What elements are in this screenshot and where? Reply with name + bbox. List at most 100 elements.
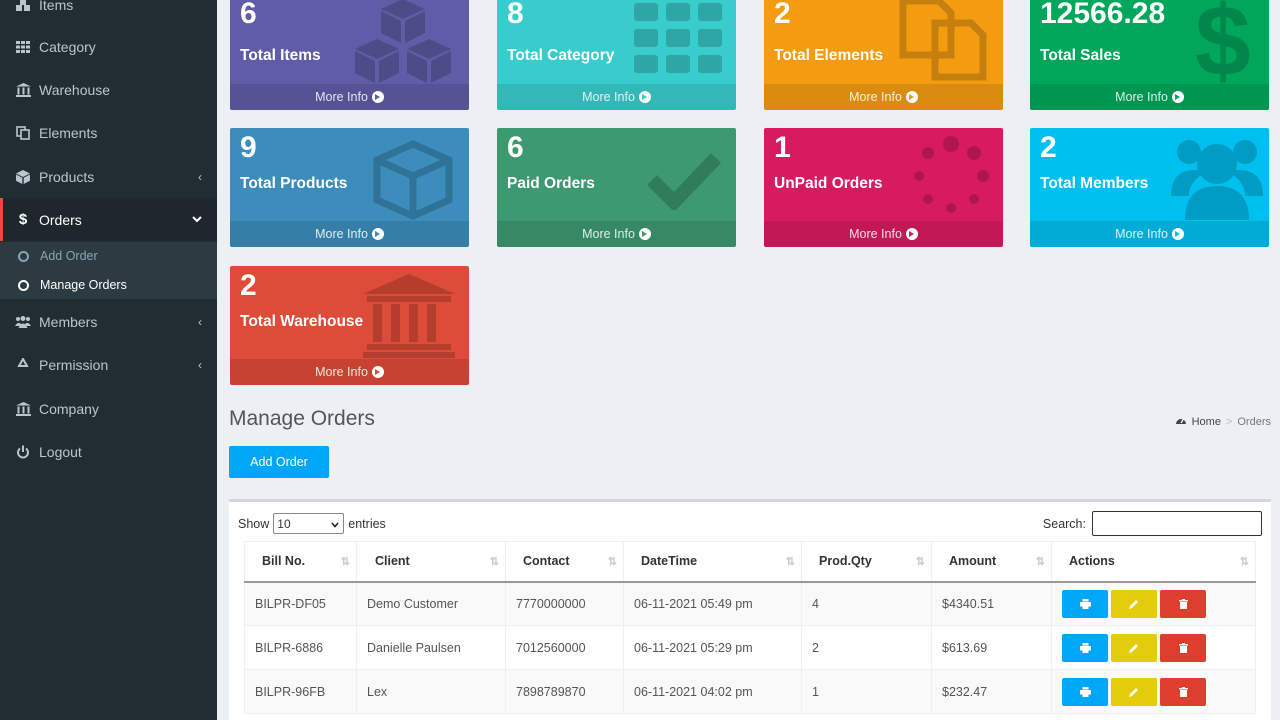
more-info-link[interactable]: More Info (497, 84, 736, 110)
stat-value: 9 (240, 131, 257, 164)
table-search: Search: (1043, 511, 1262, 536)
stat-value: 12566.28 (1040, 0, 1166, 30)
stat-box-paid-orders: 6 Paid Orders More Info (497, 128, 736, 247)
trash-icon (1178, 642, 1188, 653)
edit-button[interactable] (1111, 633, 1157, 662)
sort-icon: ⇅ (1239, 556, 1249, 568)
print-icon (1079, 686, 1091, 697)
sidebar-item-company[interactable]: Company (0, 387, 217, 430)
orders-submenu: Add Order Manage Orders (0, 242, 217, 299)
stat-label: UnPaid Orders (774, 175, 883, 192)
stat-label: Total Sales (1040, 47, 1121, 64)
cell-prod-qty: 1 (801, 669, 932, 714)
arrow-circle-right-icon (1171, 228, 1184, 240)
sidebar-item-permission[interactable]: Permission ‹ (0, 343, 217, 386)
print-button[interactable] (1062, 589, 1108, 618)
stat-label: Total Members (1040, 175, 1149, 192)
stat-value: 2 (1040, 131, 1057, 164)
delete-button[interactable] (1160, 589, 1206, 618)
circle-icon (18, 279, 29, 291)
sidebar-item-label: Items (39, 0, 74, 13)
stat-box-total-members: 2 Total Members More Info (1030, 128, 1269, 247)
sort-icon: ⇅ (915, 556, 925, 568)
page-title: Manage Orders (229, 407, 375, 430)
sidebar-item-elements[interactable]: Elements (0, 111, 217, 154)
sidebar-item-category[interactable]: Category (0, 25, 217, 68)
column-header-contact[interactable]: Contact ⇅ (505, 541, 624, 583)
more-info-link[interactable]: More Info (764, 221, 1003, 247)
cell-contact: 7770000000 (505, 581, 624, 626)
sidebar-item-warehouse[interactable]: Warehouse (0, 68, 217, 111)
arrow-circle-right-icon (371, 366, 384, 378)
cell-datetime: 06-11-2021 05:49 pm (623, 581, 802, 626)
edit-button[interactable] (1111, 677, 1157, 706)
more-info-link[interactable]: More Info (230, 221, 469, 247)
sidebar-item-items[interactable]: Items (0, 0, 217, 26)
users-icon (1171, 134, 1263, 225)
cell-bill-no: BILPR-6886 (244, 625, 357, 670)
pencil-icon (1129, 643, 1138, 653)
sidebar-item-orders[interactable]: $ Orders (0, 198, 217, 241)
cell-prod-qty: 2 (801, 625, 932, 670)
entries-select[interactable]: 10 (273, 513, 345, 534)
breadcrumb-home[interactable]: Home (1192, 416, 1221, 428)
stat-box-total-category: 8 Total Category More Info (497, 0, 736, 110)
search-input[interactable] (1092, 511, 1262, 536)
print-button[interactable] (1062, 677, 1108, 706)
cell-actions (1051, 625, 1256, 670)
dashboard-icon (1175, 415, 1187, 428)
table-row: BILPR-96FB Lex 7898789870 06-11-2021 04:… (244, 669, 1256, 714)
stat-box-unpaid-orders: 1 UnPaid Orders More Info (764, 128, 1003, 247)
stat-label: Total Products (240, 175, 348, 192)
column-header-client[interactable]: Client ⇅ (356, 541, 506, 583)
check-icon (646, 150, 722, 215)
cell-actions (1051, 669, 1256, 714)
more-info-link[interactable]: More Info (497, 221, 736, 247)
chevron-down-icon (331, 517, 339, 531)
sidebar-item-label: Products (39, 168, 95, 185)
sidebar-item-label: Members (39, 313, 98, 330)
chevron-down-icon (192, 198, 202, 241)
sidebar-item-label: Category (39, 38, 96, 55)
arrow-circle-right-icon (638, 91, 651, 103)
submenu-add-order[interactable]: Add Order (0, 242, 217, 270)
more-info-link[interactable]: More Info (764, 84, 1003, 110)
entries-select-value: 10 (277, 516, 291, 531)
more-info-link[interactable]: More Info (230, 84, 469, 110)
column-header-amount[interactable]: Amount ⇅ (931, 541, 1052, 583)
column-header-datetime[interactable]: DateTime ⇅ (623, 541, 802, 583)
column-header-bill-no[interactable]: Bill No. ⇅ (244, 541, 357, 583)
print-button[interactable] (1062, 633, 1108, 662)
more-info-link[interactable]: More Info (1030, 84, 1269, 110)
stat-box-total-warehouse: 2 Total Warehouse More Info (230, 266, 469, 385)
submenu-label: Manage Orders (40, 278, 127, 292)
bank-icon (15, 82, 31, 98)
arrow-circle-right-icon (371, 91, 384, 103)
submenu-manage-orders[interactable]: Manage Orders (0, 271, 217, 299)
breadcrumb: Home > Orders (1175, 415, 1271, 428)
sidebar-item-label: Elements (39, 124, 98, 141)
cell-amount: $613.69 (931, 625, 1052, 670)
sidebar-item-products[interactable]: Products ‹ (0, 155, 217, 198)
table-header-row: Bill No. ⇅ Client ⇅ Contact ⇅ DateTime ⇅ Pro… (244, 541, 1256, 583)
trash-icon (1178, 686, 1188, 697)
sidebar-item-logout[interactable]: Logout (0, 430, 217, 473)
sidebar-item-members[interactable]: Members ‹ (0, 300, 217, 343)
column-header-actions[interactable]: Actions ⇅ (1051, 541, 1256, 583)
edit-button[interactable] (1111, 589, 1157, 618)
delete-button[interactable] (1160, 677, 1206, 706)
stat-label: Total Elements (774, 47, 884, 64)
add-order-button[interactable]: Add Order (229, 446, 329, 478)
dollar-icon: $ (1195, 0, 1251, 97)
delete-button[interactable] (1160, 633, 1206, 662)
copy-icon (15, 125, 31, 141)
chevron-left-icon: ‹ (198, 357, 202, 372)
stat-box-total-sales: 12566.28 Total Sales $ More Info (1030, 0, 1269, 110)
column-header-prod-qty[interactable]: Prod.Qty ⇅ (801, 541, 932, 583)
stat-value: 2 (774, 0, 791, 30)
more-info-link[interactable]: More Info (230, 359, 469, 385)
copy-icon (899, 0, 989, 86)
cell-bill-no: BILPR-DF05 (244, 581, 357, 626)
stat-box-total-items: 6 Total Items More Info (230, 0, 469, 110)
more-info-link[interactable]: More Info (1030, 221, 1269, 247)
